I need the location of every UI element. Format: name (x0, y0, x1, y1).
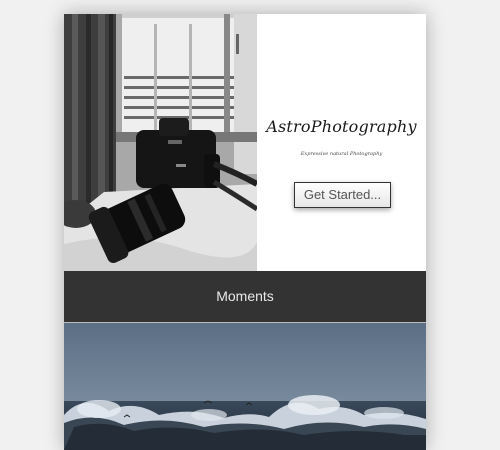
landing-page: AstroPhotography Expressive natural Phot… (64, 14, 426, 450)
brand-tagline: Expressive natural Photography (300, 151, 383, 157)
hero-section: AstroPhotography Expressive natural Phot… (64, 14, 426, 271)
hero-text-panel: AstroPhotography Expressive natural Phot… (257, 14, 426, 271)
hero-camera-photo (64, 14, 257, 271)
ocean-waves-photo (64, 323, 426, 450)
brand-title: AstroPhotography (266, 117, 417, 136)
get-started-button[interactable]: Get Started... (294, 182, 391, 208)
moments-heading: Moments (64, 271, 426, 323)
